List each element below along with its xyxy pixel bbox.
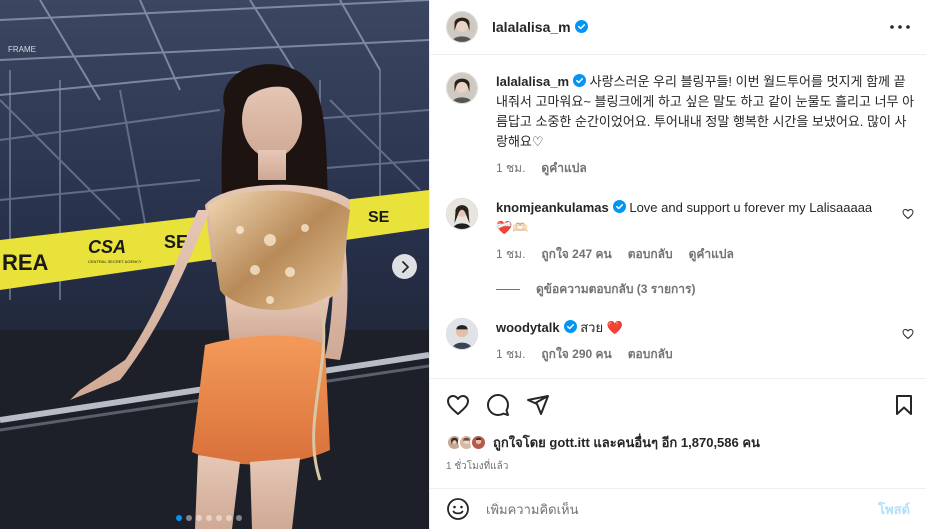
likes-summary[interactable]: ถูกใจโดย gott.itt และคนอื่นๆ อีก 1,870,5…	[446, 432, 760, 453]
comment-meta: 1 ชม. ถูกใจ 247 คน ตอบกลับ ดูคำแปล	[496, 246, 916, 262]
avatar[interactable]	[446, 198, 478, 230]
carousel-dot	[216, 515, 222, 521]
post-media[interactable]: REA CSA CENTRAL SECRET AGENCY SE SE FRAM…	[0, 0, 429, 529]
view-replies-button[interactable]: ดูข้อความตอบกลับ (3 รายการ)	[496, 280, 695, 299]
header-username[interactable]: lalalalisa_m	[492, 19, 588, 35]
frame-label: FRAME	[8, 45, 36, 54]
comment-meta: 1 ชม. ถูกใจ 290 คน ตอบกลับ	[496, 346, 916, 362]
verified-badge-icon	[612, 200, 626, 213]
author-avatar-image	[447, 12, 477, 42]
add-comment-bar: โพสต์	[430, 488, 926, 529]
avatar[interactable]	[446, 318, 478, 350]
header-username-text[interactable]: lalalalisa_m	[492, 19, 571, 35]
carousel-dot	[186, 515, 192, 521]
likes-rest[interactable]: และคนอื่นๆ อีก 1,870,586 คน	[593, 435, 760, 450]
caption-body: lalalalisa_m 사랑스러운 우리 블링꾸들! 이번 월드투어를 멋지게…	[496, 72, 916, 176]
banner-text-4: SE	[368, 209, 390, 226]
banner-sub: CENTRAL SECRET AGENCY	[88, 259, 142, 264]
avatar[interactable]	[446, 11, 478, 43]
replies-divider-line	[496, 289, 520, 290]
carousel-indicator	[176, 515, 242, 521]
smiley-icon[interactable]	[446, 497, 470, 521]
banner-text-2: CSA	[88, 237, 126, 257]
post-time[interactable]: 1 ชั่วโมงที่แล้ว	[446, 459, 508, 474]
carousel-dot	[226, 515, 232, 521]
comment-like-heart-icon[interactable]	[902, 208, 914, 220]
caption-translate-button[interactable]: ดูคำแปล	[541, 160, 586, 176]
caption-time[interactable]: 1 ชม.	[496, 160, 525, 176]
post-caption: lalalalisa_m 사랑스러운 우리 블링꾸들! 이번 월드투어를 멋지게…	[446, 72, 916, 176]
avatar[interactable]	[446, 72, 478, 104]
share-icon[interactable]	[526, 393, 550, 417]
caption-meta: 1 ชม. ดูคำแปล	[496, 160, 916, 176]
heart-icon[interactable]	[446, 393, 470, 417]
carousel-dot	[196, 515, 202, 521]
comment-translate-button[interactable]: ดูคำแปล	[689, 246, 734, 262]
likes-prefix: ถูกใจโดย	[493, 435, 546, 450]
post-comment-button[interactable]: โพสต์	[878, 499, 910, 520]
comment-username[interactable]: woodytalk	[496, 320, 560, 335]
verified-badge-icon	[573, 74, 586, 87]
view-replies-label[interactable]: ดูข้อความตอบกลับ (3 รายการ)	[536, 280, 695, 299]
post-photo: REA CSA CENTRAL SECRET AGENCY SE SE FRAM…	[0, 0, 429, 529]
verified-badge-icon	[574, 20, 588, 33]
carousel-dot	[236, 515, 242, 521]
comment-time[interactable]: 1 ชม.	[496, 246, 525, 262]
post-side-panel: lalalalisa_m lalalalisa_m 사랑스러운 우리 블링꾸들!…	[429, 0, 926, 529]
caption-username[interactable]: lalalalisa_m	[496, 74, 569, 89]
action-bar	[430, 378, 926, 430]
liker-avatar	[470, 434, 487, 451]
comment-like-heart-icon[interactable]	[902, 328, 914, 340]
more-options-button[interactable]	[888, 15, 912, 39]
comment-item: knomjeankulamas Love and support u forev…	[446, 198, 916, 262]
comment-likes[interactable]: ถูกใจ 290 คน	[541, 346, 611, 362]
author-avatar-image	[447, 73, 477, 103]
comment-item: woodytalk สวย ❤️ 1 ชม. ถูกใจ 290 คน ตอบก…	[446, 318, 916, 362]
commenter-avatar-image	[447, 199, 477, 229]
likes-first-user[interactable]: gott.itt	[549, 435, 589, 450]
reply-button[interactable]: ตอบกลับ	[628, 346, 673, 362]
reply-button[interactable]: ตอบกลับ	[628, 246, 673, 262]
comment-text: Love and support u forever my Lalisaaaaa	[629, 200, 873, 215]
post-header: lalalalisa_m	[430, 0, 926, 55]
verified-badge-icon	[563, 320, 577, 333]
comment-username[interactable]: knomjeankulamas	[496, 200, 609, 215]
carousel-dot	[206, 515, 212, 521]
comment-icon[interactable]	[486, 393, 510, 417]
comment-emoji: ❤️	[606, 320, 623, 335]
comment-time[interactable]: 1 ชม.	[496, 346, 525, 362]
comment-body: woodytalk สวย ❤️ 1 ชม. ถูกใจ 290 คน ตอบก…	[496, 318, 916, 362]
post-dialog: REA CSA CENTRAL SECRET AGENCY SE SE FRAM…	[0, 0, 926, 529]
next-image-button[interactable]	[392, 254, 417, 279]
likes-text[interactable]: ถูกใจโดย gott.itt และคนอื่นๆ อีก 1,870,5…	[493, 432, 760, 453]
comment-text: สวย	[580, 320, 604, 335]
chevron-right-icon	[401, 260, 409, 273]
comments-section[interactable]: lalalalisa_m 사랑스러운 우리 블링꾸들! 이번 월드투어를 멋지게…	[430, 56, 926, 378]
carousel-dot	[176, 515, 182, 521]
more-horizontal-icon	[890, 25, 910, 29]
comment-likes[interactable]: ถูกใจ 247 คน	[541, 246, 611, 262]
comment-input[interactable]	[486, 501, 879, 517]
bookmark-icon[interactable]	[892, 393, 916, 417]
comment-emoji: ❤️‍🩹🫶🏻	[496, 220, 529, 235]
comment-body: knomjeankulamas Love and support u forev…	[496, 198, 916, 262]
banner-text-1: REA	[2, 250, 49, 275]
commenter-avatar-image	[447, 319, 477, 349]
